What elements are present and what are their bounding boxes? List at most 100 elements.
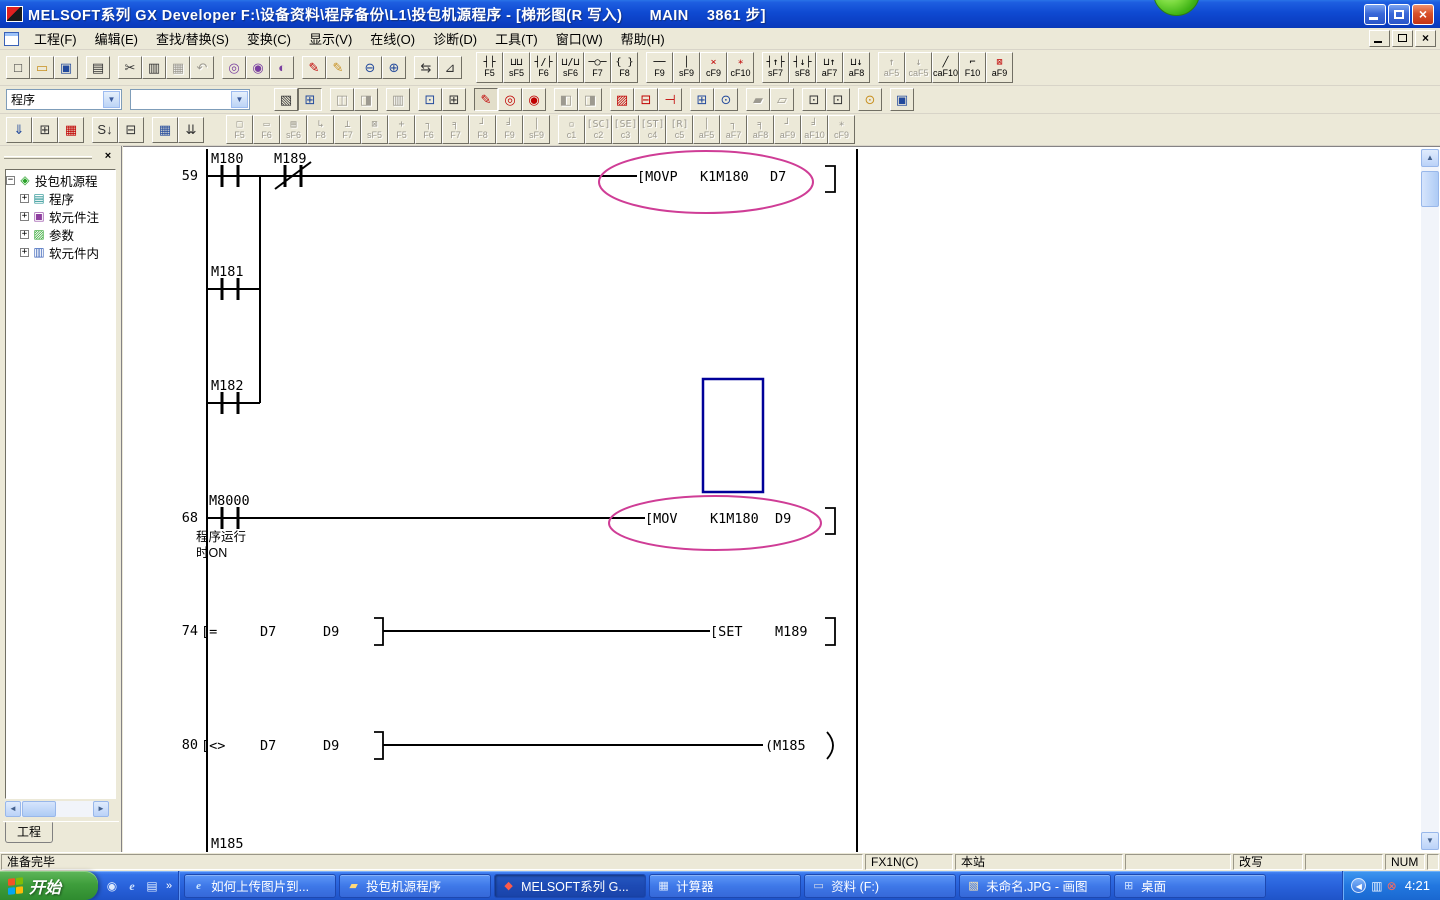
ladder-symbol-button[interactable]: │ sF9 [673, 52, 700, 83]
sfc-symbol-button[interactable]: ┘ aF9 [774, 115, 801, 144]
toolbar-button[interactable]: ▭ [30, 56, 54, 79]
task-button[interactable]: ▭ 资料 (F:) [804, 874, 956, 898]
ladder-symbol-button[interactable]: × cF9 [700, 52, 727, 83]
minimize-button[interactable] [1364, 4, 1386, 25]
toolbar-button[interactable]: ▦ [152, 117, 178, 143]
tree-item[interactable]: + ▤ 程序 [6, 190, 115, 206]
sfc-symbol-button[interactable]: + F5 [388, 115, 415, 144]
sfc-symbol-button[interactable]: ╛ aF10 [801, 115, 828, 144]
menu-item[interactable]: 帮助(H) [612, 26, 674, 51]
toolbar-button[interactable]: ✂ [118, 56, 142, 79]
toolbar-button[interactable]: ⇆ [414, 56, 438, 79]
sfc-symbol-button[interactable]: │ aF5 [693, 115, 720, 144]
toolbar-button[interactable]: ◫ [330, 88, 354, 111]
expand-icon[interactable]: + [20, 194, 29, 203]
toolbar-button[interactable]: ◨ [354, 88, 378, 111]
toolbar-button[interactable]: ⇊ [178, 117, 204, 143]
toolbar-button[interactable]: ◐ [270, 56, 294, 79]
menu-item[interactable]: 查找/替换(S) [147, 26, 238, 51]
ladder-symbol-button[interactable]: ┤├ F5 [476, 52, 503, 83]
scroll-down-icon[interactable]: ▼ [1421, 832, 1439, 850]
sfc-symbol-button[interactable]: ┘ F8 [469, 115, 496, 144]
sfc-symbol-button[interactable]: ╕ aF8 [747, 115, 774, 144]
scrollbar-thumb[interactable] [22, 801, 56, 817]
menu-item[interactable]: 显示(V) [300, 26, 361, 51]
toolbar-button[interactable]: ▤ [86, 56, 110, 79]
sfc-symbol-button[interactable]: ┐ F6 [415, 115, 442, 144]
task-button[interactable]: ▧ 未命名.JPG - 画图 [959, 874, 1111, 898]
ladder-symbol-button[interactable]: ↑ aF5 [878, 52, 905, 83]
sfc-symbol-button[interactable]: ▭ F6 [253, 115, 280, 144]
sfc-symbol-button[interactable]: ┐ aF7 [720, 115, 747, 144]
sfc-symbol-button[interactable]: □ F5 [226, 115, 253, 144]
quick-launch-icon[interactable]: ▤ [144, 878, 160, 894]
chevron-more-icon[interactable]: » [164, 880, 172, 892]
ladder-symbol-button[interactable]: ↓ caF5 [905, 52, 932, 83]
menu-item[interactable]: 变换(C) [238, 26, 300, 51]
toolbar-button[interactable]: ⊡ [418, 88, 442, 111]
data-type-combobox[interactable]: 程序 ▼ [6, 89, 122, 110]
scroll-left-icon[interactable]: ◄ [5, 801, 21, 817]
chevron-down-icon[interactable]: ▼ [231, 91, 248, 108]
toolbar-button[interactable]: S↓ [92, 117, 118, 143]
ladder-symbol-button[interactable]: ┤↓├ sF8 [789, 52, 816, 83]
scrollbar-thumb[interactable] [1421, 171, 1439, 207]
sfc-symbol-button[interactable]: ▤ sF6 [280, 115, 307, 144]
toolbar-button[interactable]: ⊖ [358, 56, 382, 79]
tree-item[interactable]: + ▣ 软元件注 [6, 208, 115, 224]
toolbar-button[interactable]: ⊞ [298, 88, 322, 111]
task-button[interactable]: e 如何上传图片到... [184, 874, 336, 898]
ladder-symbol-button[interactable]: ⌐ F10 [959, 52, 986, 83]
toolbar-button[interactable]: ▦ [58, 117, 84, 143]
toolbar-button[interactable]: ⊞ [32, 117, 58, 143]
toolbar-button[interactable]: ▥ [386, 88, 410, 111]
toolbar-button[interactable]: ▧ [274, 88, 298, 111]
ladder-symbol-button[interactable]: ⊔↑ aF7 [816, 52, 843, 83]
ladder-editor[interactable]: 59 M180 M189 [MOVP K1M180 D7 [123, 146, 1440, 852]
ladder-symbol-button[interactable]: ┤/├ F6 [530, 52, 557, 83]
toolbar-button[interactable]: ◎ [498, 88, 522, 111]
mdi-restore-button[interactable] [1392, 30, 1413, 47]
toolbar-button[interactable]: ◎ [222, 56, 246, 79]
mdi-document-icon[interactable] [4, 32, 19, 46]
ladder-diagram[interactable]: 59 M180 M189 [MOVP K1M180 D7 [125, 149, 1421, 852]
ladder-symbol-button[interactable]: ╱ caF10 [932, 52, 959, 83]
sfc-symbol-button[interactable]: ⊠ sF5 [361, 115, 388, 144]
scroll-up-icon[interactable]: ▲ [1421, 149, 1439, 167]
close-button[interactable]: × [1412, 4, 1434, 25]
sfc-symbol-button[interactable]: ∗ cF9 [828, 115, 855, 144]
ladder-symbol-button[interactable]: ── F9 [646, 52, 673, 83]
tree-item-root[interactable]: − ◈ 投包机源程 [6, 172, 115, 188]
expand-icon[interactable]: + [20, 212, 29, 221]
toolbar-button[interactable]: ▣ [890, 88, 914, 111]
toolbar-button[interactable]: ✎ [474, 88, 498, 111]
toolbar-button[interactable]: ⊞ [690, 88, 714, 111]
sfc-symbol-button[interactable]: [SE] c3 [612, 115, 639, 144]
toolbar-button[interactable]: ▰ [746, 88, 770, 111]
vertical-scrollbar[interactable]: ▲ ▼ [1421, 149, 1439, 850]
toolbar-button[interactable]: ⊟ [634, 88, 658, 111]
toolbar-button[interactable]: ✎ [326, 56, 350, 79]
toolbar-button[interactable]: ◉ [522, 88, 546, 111]
ladder-symbol-button[interactable]: ⊠ aF9 [986, 52, 1013, 83]
toolbar-button[interactable]: ⊙ [858, 88, 882, 111]
task-button[interactable]: ▰ 投包机源程序 [339, 874, 491, 898]
toolbar-button[interactable]: ◨ [578, 88, 602, 111]
ladder-symbol-button[interactable]: ∗ cF10 [727, 52, 754, 83]
toolbar-button[interactable]: ⊡ [802, 88, 826, 111]
quick-launch-icon[interactable]: e [124, 878, 140, 894]
toolbar-button[interactable]: ↶ [190, 56, 214, 79]
panel-horizontal-scrollbar[interactable]: ◄ ► [5, 801, 109, 817]
menu-item[interactable]: 编辑(E) [86, 26, 147, 51]
tab-project[interactable]: 工程 [5, 822, 53, 843]
sfc-symbol-button[interactable]: ▫ c1 [558, 115, 585, 144]
tree-item[interactable]: + ▥ 软元件内 [6, 244, 115, 260]
tray-icon[interactable]: ▥ [1371, 879, 1382, 893]
task-button[interactable]: ⊞ 桌面 [1114, 874, 1266, 898]
menu-item[interactable]: 窗口(W) [547, 26, 612, 51]
expand-icon[interactable]: + [20, 230, 29, 239]
quick-launch-icon[interactable]: ◉ [104, 878, 120, 894]
toolbar-button[interactable]: ⊙ [714, 88, 738, 111]
toolbar-button[interactable]: ✎ [302, 56, 326, 79]
ladder-symbol-button[interactable]: ─○─ F7 [584, 52, 611, 83]
